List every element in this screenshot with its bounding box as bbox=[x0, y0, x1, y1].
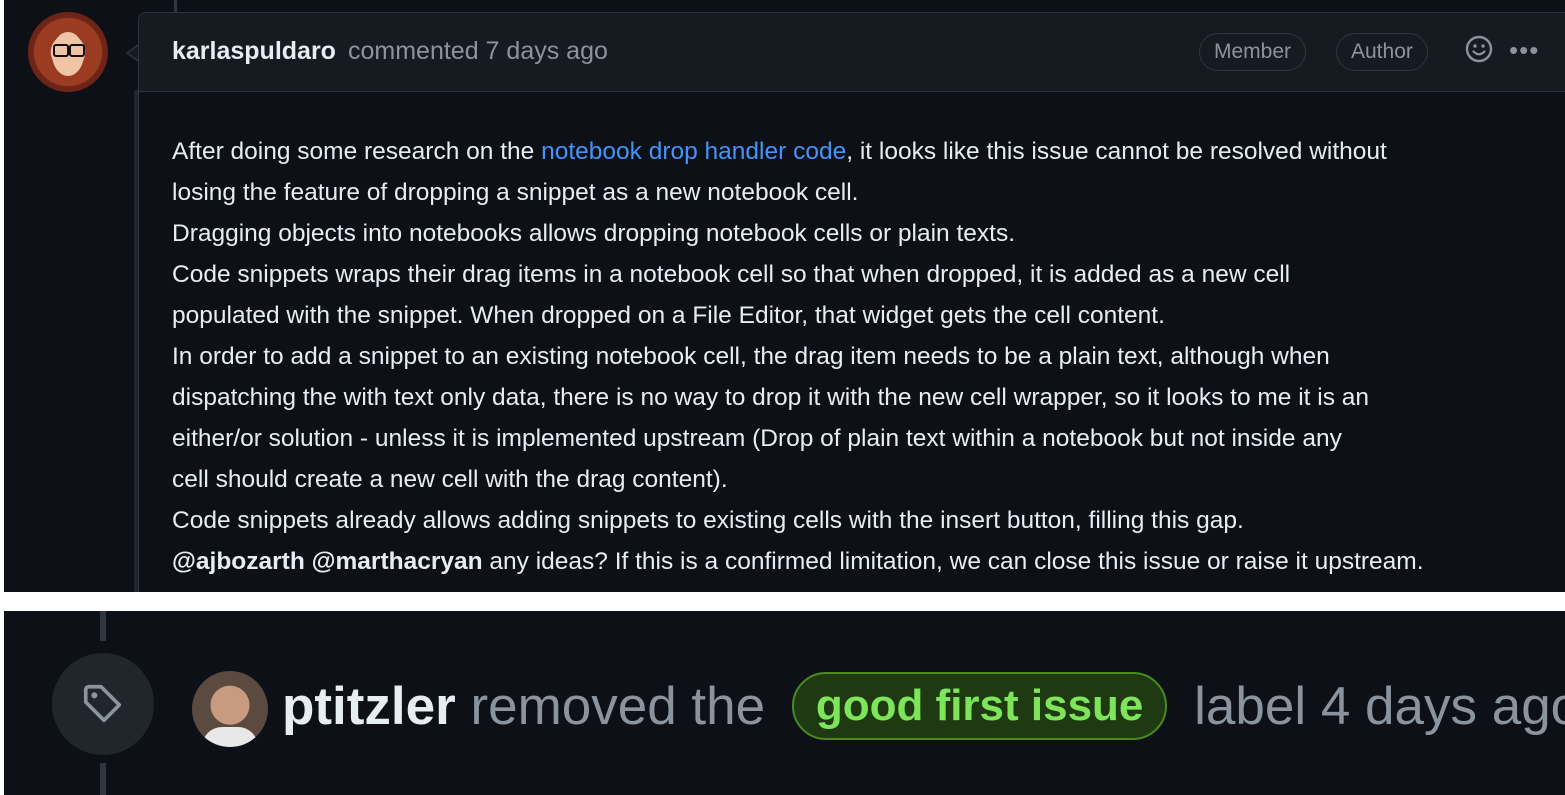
avatar-glasses bbox=[53, 44, 69, 57]
smiley-icon[interactable] bbox=[1465, 35, 1493, 63]
timeline-line bbox=[100, 763, 106, 795]
tag-icon bbox=[83, 684, 122, 723]
event-actor-link[interactable]: ptitzler bbox=[282, 677, 456, 736]
timeline-event-panel: ptitzler removed the good first issue la… bbox=[4, 611, 1565, 795]
comment-header: karlaspuldaro commented 7 days ago Membe… bbox=[139, 13, 1565, 92]
avatar[interactable] bbox=[28, 12, 108, 92]
body-line: dispatching the with text only data, the… bbox=[172, 384, 1370, 411]
body-line: @ajbozarth @marthacryan any ideas? If th… bbox=[172, 541, 1552, 582]
timeline-line bbox=[100, 611, 106, 641]
avatar-glasses bbox=[69, 44, 85, 57]
label-event-text: ptitzler removed the good first issue la… bbox=[282, 671, 1565, 743]
body-text-segment: After doing some research on the bbox=[172, 138, 542, 165]
body-line: losing the feature of dropping a snippet… bbox=[172, 179, 859, 206]
body-line: Code snippets already allows adding snip… bbox=[172, 507, 1244, 534]
body-line: populated with the snippet. When dropped… bbox=[172, 302, 1165, 329]
body-line: After doing some research on the noteboo… bbox=[172, 131, 1552, 172]
event-action: removed the bbox=[470, 677, 766, 736]
avatar-shirt bbox=[202, 727, 258, 747]
body-text-segment: any ideas? If this is a confirmed limita… bbox=[482, 548, 1424, 575]
comment-timestamp[interactable]: commented 7 days ago bbox=[348, 37, 608, 66]
notebook-drop-handler-link[interactable]: notebook drop handler code bbox=[541, 138, 846, 165]
event-timestamp[interactable]: label 4 days ago bbox=[1194, 677, 1565, 736]
kebab-horizontal-icon[interactable]: ••• bbox=[1509, 35, 1539, 66]
event-badge bbox=[52, 653, 154, 755]
comment-body: After doing some research on the noteboo… bbox=[172, 131, 1552, 582]
mention-marthacryan[interactable]: @marthacryan bbox=[312, 548, 483, 575]
member-badge: Member bbox=[1199, 33, 1307, 71]
comment-box: karlaspuldaro commented 7 days ago Membe… bbox=[138, 12, 1565, 592]
body-line: In order to add a snippet to an existing… bbox=[172, 343, 1330, 370]
timeline-line bbox=[174, 0, 177, 12]
comment-author-link[interactable]: karlaspuldaro bbox=[172, 37, 336, 66]
body-line: cell should create a new cell with the d… bbox=[172, 466, 728, 493]
body-line: Code snippets wraps their drag items in … bbox=[172, 261, 1291, 288]
author-badge: Author bbox=[1336, 33, 1428, 71]
body-line: either/or solution - unless it is implem… bbox=[172, 425, 1342, 452]
body-line: Dragging objects into notebooks allows d… bbox=[172, 220, 1016, 247]
avatar[interactable] bbox=[192, 671, 268, 747]
body-text-segment: , it looks like this issue cannot be res… bbox=[846, 138, 1387, 165]
comment-panel: karlaspuldaro commented 7 days ago Membe… bbox=[4, 0, 1565, 592]
good-first-issue-label[interactable]: good first issue bbox=[791, 672, 1168, 740]
mention-ajbozarth[interactable]: @ajbozarth bbox=[172, 548, 305, 575]
